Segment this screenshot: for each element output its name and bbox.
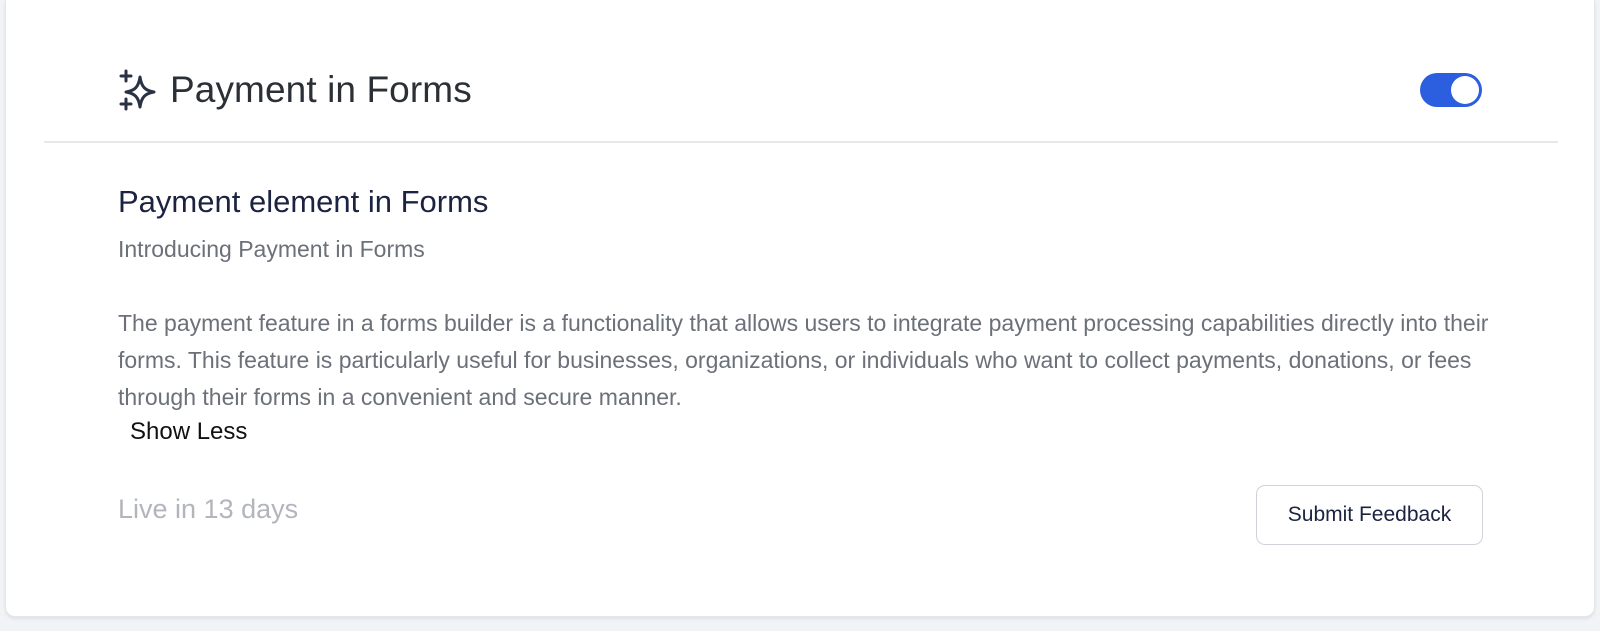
sparkle-icon <box>118 68 160 112</box>
page-title: Payment in Forms <box>170 69 472 110</box>
header-title-group: Payment in Forms <box>118 66 472 114</box>
feature-card: Payment in Forms Payment element in Form… <box>5 0 1595 617</box>
submit-feedback-button[interactable]: Submit Feedback <box>1256 485 1483 545</box>
show-less-link[interactable]: Show Less <box>130 418 247 446</box>
feature-subtitle: Introducing Payment in Forms <box>118 236 425 262</box>
header-divider <box>44 141 1558 143</box>
live-status: Live in 13 days <box>118 494 299 524</box>
feature-description: The payment feature in a forms builder i… <box>118 310 1489 410</box>
feature-toggle[interactable] <box>1420 73 1482 107</box>
card-header: Payment in Forms <box>6 0 1594 143</box>
feature-title: Payment element in Forms <box>118 184 489 219</box>
toggle-knob[interactable] <box>1451 76 1479 104</box>
